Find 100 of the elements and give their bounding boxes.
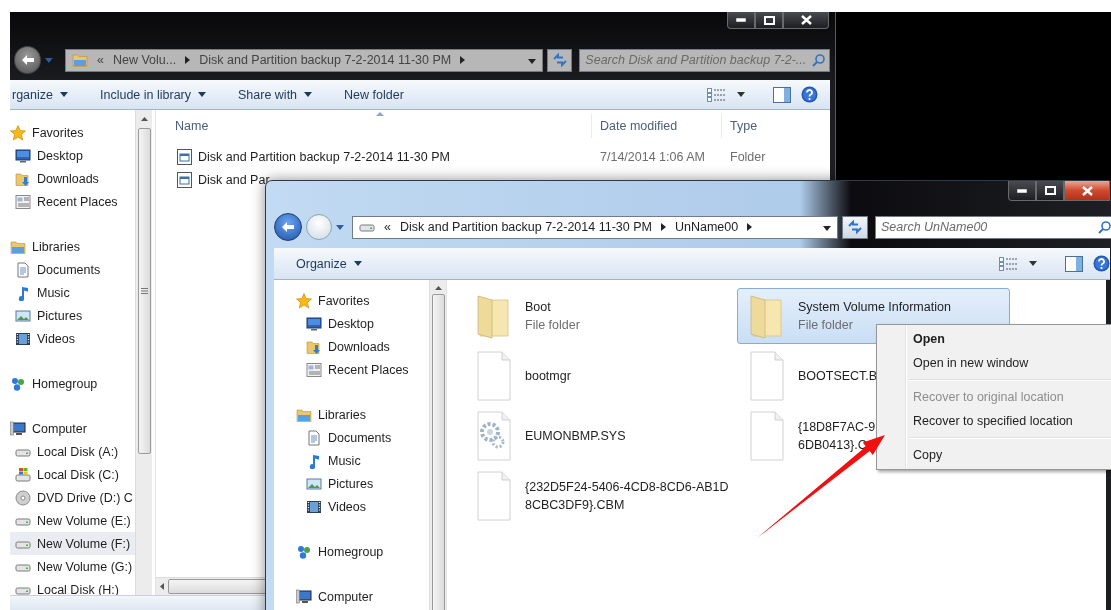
address-bar[interactable]: « New Volu... Disk and Partition backup 7-2-2014 11-30 PM bbox=[65, 48, 544, 72]
nav-item[interactable]: New Volume (G:) bbox=[10, 555, 135, 578]
nav-item[interactable]: Documents bbox=[274, 426, 429, 449]
table-cell-text: 7/14/2014 1:06 AM bbox=[599, 149, 706, 164]
arrow-icon bbox=[20, 54, 35, 66]
caret-icon bbox=[60, 92, 68, 97]
library-folder-icon bbox=[10, 238, 26, 255]
menu-item[interactable]: Recover to specified location bbox=[879, 409, 1111, 433]
nav-item[interactable]: Homegroup bbox=[274, 540, 429, 563]
caret-icon bbox=[1029, 261, 1037, 266]
nav-item[interactable]: Homegroup bbox=[10, 372, 135, 395]
toolbar-button[interactable]: New folder bbox=[342, 87, 406, 102]
toolbar-button[interactable]: Organize bbox=[294, 256, 364, 271]
view-options-icon[interactable] bbox=[999, 256, 1019, 271]
nav-item[interactable]: Music bbox=[10, 281, 135, 304]
nav-item[interactable]: Documents bbox=[10, 258, 135, 281]
close-button[interactable] bbox=[1064, 181, 1110, 201]
film-icon bbox=[15, 330, 31, 347]
nav-item[interactable]: Downloads bbox=[274, 335, 429, 358]
breadcrumb-overflow[interactable]: « bbox=[384, 220, 391, 234]
nav-item[interactable]: New Volume (E:) bbox=[10, 509, 135, 532]
refresh-button[interactable] bbox=[842, 215, 868, 239]
column-header[interactable]: Type bbox=[721, 114, 830, 138]
nav-item[interactable]: Downloads bbox=[10, 167, 135, 190]
file-item[interactable]: {232D5F24-5406-4CD8-8CD6-AB1D 8CBC3DF9}.CBM bbox=[464, 468, 737, 524]
nav-item[interactable]: Music bbox=[274, 449, 429, 472]
nav-item[interactable]: Local Disk (C:) bbox=[10, 463, 135, 486]
file-item[interactable]: EUMONBMP.SYS bbox=[464, 408, 737, 464]
maximize-icon bbox=[1044, 186, 1056, 195]
refresh-button[interactable] bbox=[547, 48, 573, 72]
library-folder-icon bbox=[296, 406, 312, 423]
menu-item[interactable]: Open in new window bbox=[879, 351, 1111, 375]
nav-item[interactable]: Libraries bbox=[10, 235, 135, 258]
nav-item[interactable]: Recent Places bbox=[10, 190, 135, 213]
breadcrumb[interactable]: UnName00 bbox=[674, 220, 739, 234]
caret-icon bbox=[304, 92, 313, 97]
file-name: Boot bbox=[525, 299, 552, 316]
column-header[interactable]: Date modified bbox=[591, 114, 721, 138]
caret-icon bbox=[823, 226, 831, 231]
nav-item[interactable]: Computer bbox=[274, 585, 429, 608]
nav-item[interactable]: Computer bbox=[10, 417, 135, 440]
preview-pane-icon[interactable] bbox=[773, 86, 791, 103]
close-button[interactable] bbox=[783, 12, 829, 29]
nav-item[interactable]: Videos bbox=[10, 327, 135, 350]
nav-item[interactable]: DVD Drive (D:) C bbox=[10, 486, 135, 509]
star-icon bbox=[296, 292, 312, 309]
chevron-icon[interactable] bbox=[747, 223, 753, 231]
breadcrumb[interactable]: Disk and Partition backup 7-2-2014 11-30 PM bbox=[399, 220, 652, 234]
back-button[interactable] bbox=[14, 46, 42, 74]
close-icon bbox=[800, 15, 812, 25]
breadcrumb[interactable]: Disk and Partition backup 7-2-2014 11-30 PM bbox=[199, 53, 452, 67]
minimize-button[interactable] bbox=[727, 12, 755, 29]
breadcrumb-overflow[interactable]: « bbox=[97, 53, 104, 67]
scrollbar[interactable] bbox=[156, 577, 268, 595]
preview-pane-icon[interactable] bbox=[1065, 255, 1083, 272]
chevron-icon[interactable] bbox=[460, 56, 466, 64]
scrollbar[interactable] bbox=[135, 110, 152, 595]
view-options-icon[interactable] bbox=[707, 87, 727, 102]
grip-icon bbox=[140, 288, 148, 294]
nav-item[interactable]: Recent Places bbox=[274, 358, 429, 381]
chevron-icon[interactable] bbox=[185, 56, 191, 64]
nav-item[interactable]: Pictures bbox=[274, 472, 429, 495]
address-bar[interactable]: « Disk and Partition backup 7-2-2014 11-30 PM UnName00 bbox=[352, 215, 838, 239]
back-button[interactable] bbox=[274, 213, 302, 241]
toolbar-button[interactable]: Share with bbox=[236, 87, 315, 102]
search-field[interactable]: Search UnName00 bbox=[875, 215, 1111, 239]
maximize-button[interactable] bbox=[755, 12, 783, 29]
search-icon bbox=[1098, 220, 1111, 234]
help-icon[interactable] bbox=[1093, 255, 1110, 272]
refresh-icon bbox=[551, 53, 568, 67]
document-icon bbox=[15, 261, 31, 278]
chevron-icon[interactable] bbox=[660, 223, 666, 231]
nav-item[interactable]: New Volume (F:) bbox=[10, 532, 135, 555]
recent-places-icon bbox=[15, 193, 31, 210]
file-item[interactable]: bootmgr bbox=[464, 348, 737, 404]
minimize-button[interactable] bbox=[1008, 181, 1036, 201]
maximize-button[interactable] bbox=[1036, 181, 1064, 201]
caret-icon bbox=[737, 92, 745, 97]
toolbar-button[interactable]: rganize bbox=[10, 87, 70, 102]
nav-item[interactable]: Videos bbox=[274, 495, 429, 518]
toolbar-button[interactable]: Include in library bbox=[98, 87, 208, 102]
file-name: EUMONBMP.SYS bbox=[525, 428, 626, 445]
help-icon[interactable] bbox=[801, 86, 818, 103]
nav-item[interactable]: Favorites bbox=[274, 289, 429, 312]
file-name[interactable]: Disk and Partition backup 7-2-2014 11-30 PM bbox=[198, 149, 450, 164]
breadcrumb[interactable]: New Volu... bbox=[113, 53, 177, 67]
search-field[interactable]: Search Disk and Partition backup 7-2-... bbox=[579, 48, 830, 72]
nav-item[interactable]: Pictures bbox=[10, 304, 135, 327]
nav-item[interactable]: Local Disk (A:) bbox=[10, 440, 135, 463]
file-name[interactable]: Disk and Par bbox=[198, 172, 270, 187]
nav-item[interactable]: Libraries bbox=[274, 403, 429, 426]
menu-item[interactable]: Copy bbox=[879, 443, 1111, 467]
recent-places-icon bbox=[306, 361, 322, 378]
nav-item[interactable]: Desktop bbox=[274, 312, 429, 335]
picture-icon bbox=[15, 307, 31, 324]
nav-item[interactable]: Favorites bbox=[10, 121, 135, 144]
file-item[interactable]: Boot File folder bbox=[464, 288, 737, 344]
column-header[interactable]: Name bbox=[156, 114, 591, 138]
scrollbar[interactable] bbox=[429, 280, 446, 610]
nav-item[interactable]: Desktop bbox=[10, 144, 135, 167]
